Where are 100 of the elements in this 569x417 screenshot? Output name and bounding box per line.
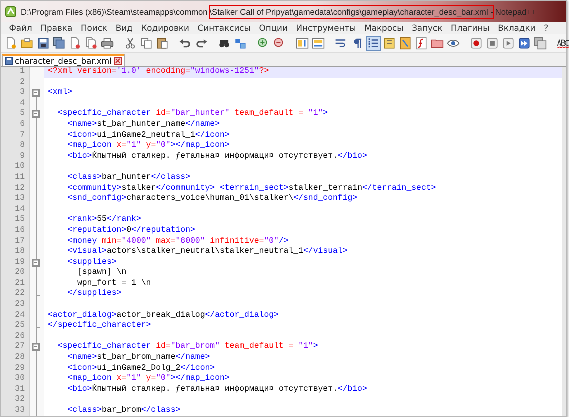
menu-item[interactable]: Опции bbox=[255, 23, 292, 33]
copy-icon bbox=[140, 36, 153, 50]
menu-item[interactable]: ? bbox=[540, 23, 553, 33]
menu-item[interactable]: Синтаксисы bbox=[194, 23, 256, 33]
code-line: <name>st_bar_hunter_name</name> bbox=[66, 120, 221, 131]
close-document-icon bbox=[69, 36, 82, 50]
toolbar-button[interactable] bbox=[414, 36, 429, 50]
scissors-icon bbox=[124, 36, 137, 50]
code-line: <specific_character id="bar_brom" team_default = "1"> bbox=[56, 342, 320, 353]
collapse-icon[interactable] bbox=[32, 110, 40, 118]
line-number: 20 bbox=[1, 268, 29, 279]
close-icon[interactable] bbox=[114, 57, 122, 65]
line-number: 1 bbox=[1, 67, 29, 78]
code-line: <icon>ui_inGame2_neutral_1</icon> bbox=[66, 130, 231, 141]
code-line: </specific_character> bbox=[47, 321, 152, 332]
menu-item[interactable]: Вкладки bbox=[494, 23, 540, 33]
line-number: 12 bbox=[1, 184, 29, 194]
line-number: 16 bbox=[1, 226, 29, 236]
code-line: <visual>actors\stalker_neutral\stalker_neutral_1</visual> bbox=[66, 247, 349, 258]
line-number: 18 bbox=[1, 247, 29, 258]
menu-item[interactable]: Правка bbox=[36, 23, 77, 33]
open-folder-icon bbox=[21, 36, 34, 50]
window-title: Notepad++ bbox=[494, 6, 538, 18]
fast-forward-icon bbox=[518, 36, 531, 50]
app-icon bbox=[5, 6, 17, 18]
code-line: <name>st_bar_brom_name</name> bbox=[66, 353, 212, 364]
toolbar-button[interactable] bbox=[52, 36, 67, 50]
line-number: 9 bbox=[1, 152, 29, 162]
line-number: 23 bbox=[1, 300, 29, 311]
code-line: <actor_dialog>actor_break_dialog</actor_dialog> bbox=[47, 310, 280, 321]
code-line: <map_icon x="1" y="0"></map_icon> bbox=[66, 141, 231, 151]
redo-icon bbox=[195, 36, 208, 50]
line-number: 7 bbox=[1, 130, 29, 142]
line-number: 2 bbox=[1, 78, 29, 88]
save-macro-icon bbox=[534, 36, 547, 50]
indent-guide-icon bbox=[367, 36, 380, 50]
toolbar-button[interactable] bbox=[366, 36, 381, 50]
code-line: <map_icon x="1" y="0"></map_icon> bbox=[66, 374, 231, 384]
play-icon bbox=[502, 36, 515, 50]
toolbar-button[interactable] bbox=[123, 36, 138, 50]
line-number: 32 bbox=[1, 395, 29, 406]
word-wrap-icon bbox=[335, 36, 348, 50]
code-line: </supplies> bbox=[66, 289, 123, 300]
menu-item[interactable]: Кодировки bbox=[137, 23, 194, 33]
code-line: <class>bar_brom</class> bbox=[66, 406, 182, 416]
window-title: D:\Program Files (x86)\Steam\steamapps\common bbox=[20, 6, 209, 18]
paste-icon bbox=[156, 36, 169, 50]
menu-item[interactable]: Инструменты bbox=[292, 23, 360, 33]
line-number: 3 bbox=[1, 88, 29, 99]
collapse-icon[interactable] bbox=[32, 89, 40, 98]
menu-item[interactable]: Запуск bbox=[408, 23, 447, 33]
line-number: 6 bbox=[1, 120, 29, 131]
line-number: 28 bbox=[1, 353, 29, 364]
collapse-icon[interactable] bbox=[32, 343, 40, 352]
line-number: 14 bbox=[1, 204, 29, 216]
line-number: 24 bbox=[1, 310, 29, 322]
menu-item[interactable]: Плагины bbox=[446, 23, 494, 33]
zoom-out-icon bbox=[273, 36, 286, 50]
toolbar-button[interactable] bbox=[100, 36, 115, 50]
toolbar-button[interactable] bbox=[517, 36, 532, 50]
code-line: <reputation>0</reputation> bbox=[66, 226, 196, 236]
menu-item[interactable]: Макросы bbox=[360, 23, 408, 33]
line-number: 13 bbox=[1, 194, 29, 205]
code-line: [spawn] \n bbox=[76, 268, 128, 279]
menu-item[interactable]: Файл bbox=[5, 23, 37, 33]
menu-item[interactable]: Вид bbox=[112, 23, 138, 33]
stop-icon bbox=[486, 36, 499, 50]
line-number: 27 bbox=[1, 342, 29, 354]
code-line: <bio>Ќпытный сталкер. ƒетальна¤ информаци¤ отсутствует.</bio> bbox=[66, 384, 368, 396]
code-line: <money min="4000" max="8000" infinitive="0"/> bbox=[66, 236, 290, 247]
line-number: 10 bbox=[1, 162, 29, 173]
file-tab[interactable]: character_desc_bar.xml bbox=[2, 54, 125, 66]
toolbar-button[interactable] bbox=[155, 36, 170, 50]
line-number: 26 bbox=[1, 332, 29, 342]
code-line: wpn_fort = 1 \n bbox=[76, 278, 152, 289]
code-line: <community>stalker</community> <terrain_sect>stalker_terrain</terrain_sect> bbox=[66, 184, 438, 194]
record-icon bbox=[470, 36, 483, 50]
code-line: <supplies> bbox=[66, 258, 118, 268]
menu-item[interactable]: Поиск bbox=[76, 23, 112, 33]
line-number: 19 bbox=[1, 258, 29, 268]
line-number: 33 bbox=[1, 406, 29, 416]
line-number: 25 bbox=[1, 321, 29, 332]
line-number: 8 bbox=[1, 141, 29, 152]
toolbar-button[interactable] bbox=[36, 36, 51, 50]
line-number: 4 bbox=[1, 98, 29, 110]
code-line: <rank>55</rank> bbox=[66, 215, 142, 226]
code-line: <bio>Ќпытный сталкер. ƒетальна¤ информаци¤ отсутствует.</bio> bbox=[66, 152, 368, 162]
code-line: <class>bar_hunter</class> bbox=[66, 172, 192, 184]
new-document-icon bbox=[5, 36, 18, 50]
line-number: 15 bbox=[1, 215, 29, 226]
collapse-icon[interactable] bbox=[32, 258, 40, 267]
code-line: <xml> bbox=[47, 88, 74, 99]
printer-icon bbox=[101, 36, 114, 50]
sync-vertical-icon bbox=[296, 36, 309, 50]
language-icon bbox=[383, 36, 396, 50]
line-number: 11 bbox=[1, 172, 29, 184]
line-number: 22 bbox=[1, 289, 29, 300]
line-number: 30 bbox=[1, 374, 29, 385]
close-documents-icon bbox=[85, 36, 98, 50]
line-number: 21 bbox=[1, 278, 29, 290]
